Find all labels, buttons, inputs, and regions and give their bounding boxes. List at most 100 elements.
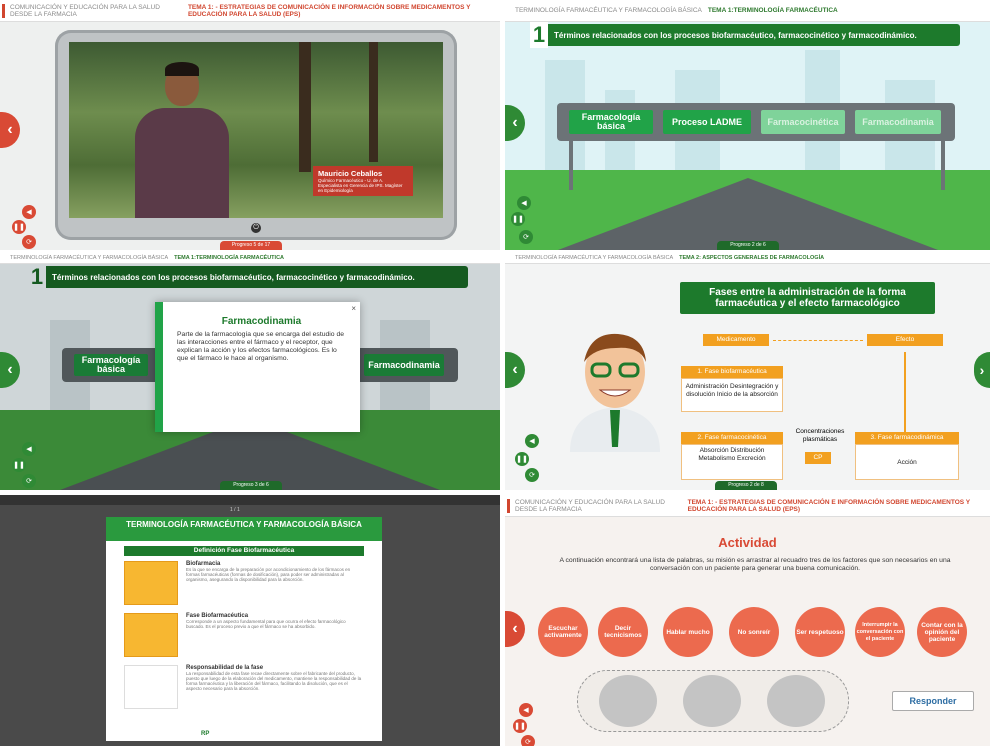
pdf-page: TERMINOLOGÍA FARMACÉUTICA Y FARMACOLOGÍA…	[106, 517, 382, 741]
reload-icon[interactable]: ⟳	[525, 468, 539, 482]
activity-title: Actividad	[718, 535, 777, 550]
pause-icon[interactable]: ❚❚	[513, 719, 527, 733]
volume-icon[interactable]: ◀	[519, 703, 533, 717]
page-counter: 1 / 1	[230, 507, 240, 513]
section-number: 1	[28, 264, 46, 290]
drop-slot[interactable]	[767, 675, 825, 727]
terms-panel: TERMINOLOGÍA FARMACÉUTICA Y FARMACOLOGÍA…	[505, 0, 990, 250]
volume-icon[interactable]: ◀	[22, 205, 36, 219]
dashed-arrow	[773, 340, 863, 341]
sign-farmacologia-basica[interactable]: Farmacología básica	[74, 354, 148, 376]
reload-icon[interactable]: ⟳	[521, 735, 535, 746]
option-interrumpir[interactable]: Interrumpir la conversación con el pacie…	[855, 607, 905, 657]
sign-farmacologia-basica[interactable]: Farmacología básica	[569, 110, 653, 134]
reload-icon[interactable]: ⟳	[22, 474, 36, 488]
topic-title: TEMA 1:TERMINOLOGÍA FARMACÉUTICA	[174, 254, 285, 261]
pdf-footer-logo: RP	[201, 731, 210, 737]
breadcrumb: TERMINOLOGÍA FARMACÉUTICA Y FARMACOLOGÍA…	[515, 7, 702, 14]
header-accent	[507, 499, 510, 513]
row-text: La responsabilidad de esta fase recae di…	[186, 671, 362, 691]
close-icon[interactable]: ×	[351, 304, 356, 313]
pause-icon[interactable]: ❚❚	[515, 452, 529, 466]
progress-label: Progreso 2 de 6	[717, 241, 779, 250]
pause-icon[interactable]: ❚❚	[511, 212, 525, 226]
drop-slot[interactable]	[599, 675, 657, 727]
modal-title: Farmacodinamia	[221, 316, 302, 327]
next-button[interactable]: ›	[974, 352, 990, 388]
pause-icon[interactable]: ❚❚	[12, 220, 26, 234]
phases-panel: TERMINOLOGÍA FARMACÉUTICA Y FARMACOLOGÍA…	[505, 252, 990, 490]
section-title: Términos relacionados con los procesos b…	[52, 272, 415, 282]
presenter-name: Mauricio Ceballos	[318, 169, 383, 178]
row-text: Corresponde a un aspecto fundamental par…	[186, 619, 346, 629]
back-button[interactable]: ‹	[505, 352, 525, 388]
activity-panel: COMUNICACIÓN Y EDUCACIÓN PARA LA SALUD D…	[505, 495, 990, 746]
breadcrumb: TERMINOLOGÍA FARMACÉUTICA Y FARMACOLOGÍA…	[10, 254, 169, 261]
sign-farmacodinamia[interactable]: Farmacodinamia	[364, 354, 444, 376]
section-banner: 1 Términos relacionados con los procesos…	[28, 264, 468, 290]
modal-text: Parte de la farmacología que se encarga …	[177, 331, 345, 362]
section-banner: 1 Términos relacionados con los procesos…	[530, 22, 960, 48]
fase2-box: 2. Fase farmacocinética	[681, 432, 783, 444]
reload-icon[interactable]: ⟳	[22, 235, 36, 249]
volume-icon[interactable]: ◀	[517, 196, 531, 210]
fase2-items: Absorción Distribución Metabolismo Excre…	[681, 444, 783, 480]
breadcrumb: COMUNICACIÓN Y EDUCACIÓN PARA LA SALUD D…	[515, 498, 665, 513]
sign-proceso-ladme[interactable]: Proceso LADME	[663, 110, 751, 134]
header-bar: COMUNICACIÓN Y EDUCACIÓN PARA LA SALUD D…	[0, 0, 500, 22]
medicamento-box: Medicamento	[703, 334, 769, 346]
power-icon[interactable]: ⏻	[251, 223, 261, 233]
farmacodinamia-panel: TERMINOLOGÍA FARMACÉUTICA Y FARMACOLOGÍA…	[0, 252, 500, 490]
progress-label: Progreso 5 de 17	[220, 241, 282, 250]
topic-title: TEMA 1:TERMINOLOGÍA FARMACÉUTICA	[707, 7, 838, 14]
option-escuchar[interactable]: Escuchar activamente	[538, 607, 588, 657]
accion-box: Acción	[855, 444, 959, 480]
topic-title: TEMA 1: - ESTRATEGIAS DE COMUNICACIÓN E …	[687, 498, 971, 513]
lab-icon	[124, 561, 178, 605]
option-tecnicismos[interactable]: Decir tecnicismos	[598, 607, 648, 657]
progress-label: Progreso 2 de 8	[715, 481, 777, 490]
screenshot-grid: COMUNICACIÓN Y EDUCACIÓN PARA LA SALUD D…	[0, 0, 990, 746]
presenter-figure	[127, 62, 237, 218]
pause-icon[interactable]: ❚❚	[12, 458, 26, 472]
video-panel: COMUNICACIÓN Y EDUCACIÓN PARA LA SALUD D…	[0, 0, 500, 250]
breadcrumb: COMUNICACIÓN Y EDUCACIÓN PARA LA SALUD D…	[10, 3, 160, 18]
volume-icon[interactable]: ◀	[22, 442, 36, 456]
drop-slot[interactable]	[683, 675, 741, 727]
header-accent	[2, 4, 5, 18]
pdf-toolbar	[0, 495, 500, 505]
pdf-header: TERMINOLOGÍA FARMACÉUTICA Y FARMACOLOGÍA…	[106, 517, 382, 541]
efecto-box: Efecto	[867, 334, 943, 346]
option-respetuoso[interactable]: Ser respetuoso	[795, 607, 845, 657]
section-title: Términos relacionados con los procesos b…	[554, 30, 917, 40]
fase3-box: 3. Fase farmacodinámica	[855, 432, 959, 444]
sign-farmacodinamia[interactable]: Farmacodinamia	[855, 110, 941, 134]
fase1-box: 1. Fase biofarmacéutica	[681, 366, 783, 378]
activity-description: A continuación encontrará una lista de p…	[559, 557, 951, 572]
row-text: Es la que se encarga de la preparación p…	[186, 567, 351, 582]
section-number: 1	[530, 22, 548, 48]
option-no-sonreir[interactable]: No sonreír	[729, 607, 779, 657]
option-hablar[interactable]: Hablar mucho	[663, 607, 713, 657]
back-button[interactable]: ‹	[505, 611, 525, 647]
gantry-post	[941, 140, 945, 190]
presenter-role: Químico Farmacéutico - U. de A. Especial…	[318, 178, 403, 193]
presenter-lower-third: Mauricio Ceballos Químico Farmacéutico -…	[313, 166, 413, 196]
list-item: Responsabilidad de la fase La responsabi…	[124, 665, 364, 713]
tv-frame: Mauricio Ceballos Químico Farmacéutico -…	[55, 30, 457, 240]
reload-icon[interactable]: ⟳	[519, 230, 533, 244]
pharmacist-avatar	[570, 333, 660, 452]
video-player[interactable]: Mauricio Ceballos Químico Farmacéutico -…	[69, 42, 443, 218]
respond-button[interactable]: Responder	[892, 691, 974, 711]
header-bar: TERMINOLOGÍA FARMACÉUTICA Y FARMACOLOGÍA…	[505, 252, 990, 264]
progress-label: Progreso 3 de 6	[220, 481, 282, 490]
volume-icon[interactable]: ◀	[525, 434, 539, 448]
fase1-items: Administración Desintegración y disoluci…	[681, 378, 783, 412]
sign-farmacocinetica[interactable]: Farmacocinética	[761, 110, 845, 134]
tree-trunk	[369, 42, 378, 162]
option-opinion[interactable]: Contar con la opinión del paciente	[917, 607, 967, 657]
back-button[interactable]: ‹	[0, 112, 20, 148]
pharmacy-icon	[124, 613, 178, 657]
cp-box: CP	[805, 452, 831, 464]
pdf-subtitle: Definición Fase Biofarmacéutica	[124, 546, 364, 556]
